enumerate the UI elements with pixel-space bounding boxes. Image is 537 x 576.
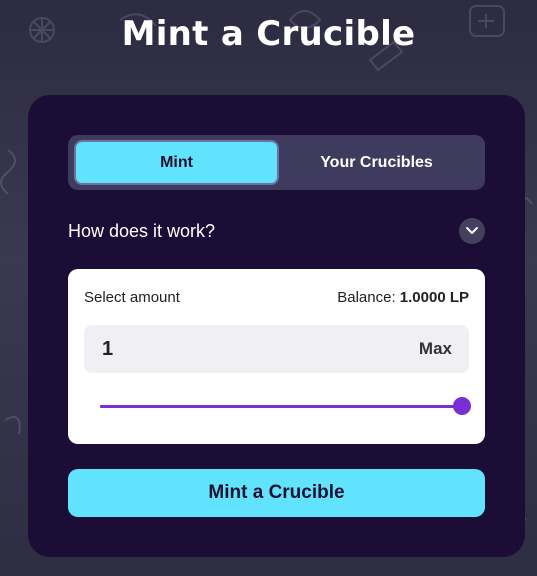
tab-bar: Mint Your Crucibles <box>68 135 485 190</box>
tab-your-crucibles[interactable]: Your Crucibles <box>274 140 479 185</box>
amount-header: Select amount Balance: 1.0000 LP <box>84 289 469 306</box>
mint-crucible-button[interactable]: Mint a Crucible <box>68 469 485 517</box>
amount-field: Max <box>84 325 469 373</box>
mint-card: Mint Your Crucibles How does it work? Se… <box>28 95 525 557</box>
amount-input[interactable] <box>102 325 382 373</box>
balance: Balance: 1.0000 LP <box>337 289 469 306</box>
slider-thumb[interactable] <box>453 397 471 415</box>
slider-fill <box>100 405 462 408</box>
how-it-works-label: How does it work? <box>68 220 216 241</box>
page-title: Mint a Crucible <box>121 14 416 54</box>
max-button[interactable]: Max <box>419 325 452 373</box>
balance-label: Balance: <box>337 289 396 306</box>
amount-slider[interactable] <box>100 397 471 415</box>
balance-value: 1.0000 LP <box>399 289 469 306</box>
how-it-works-row[interactable]: How does it work? <box>68 217 485 245</box>
expand-button[interactable] <box>459 218 485 244</box>
select-amount-label: Select amount <box>84 289 180 306</box>
tab-mint[interactable]: Mint <box>74 140 279 185</box>
chevron-down-icon <box>466 227 478 234</box>
amount-panel: Select amount Balance: 1.0000 LP Max <box>68 269 485 444</box>
